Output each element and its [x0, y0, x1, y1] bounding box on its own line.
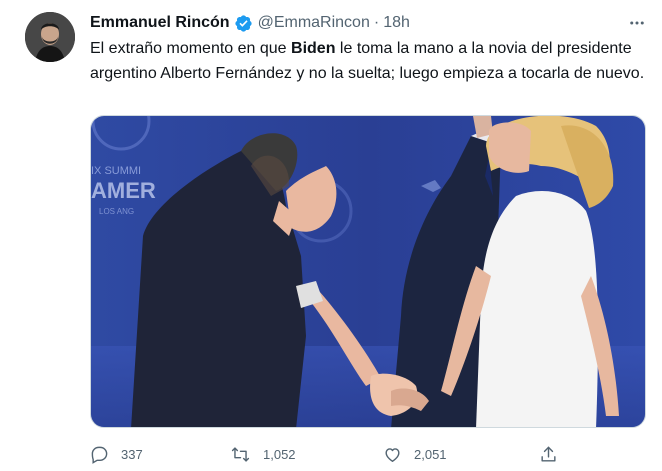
handle[interactable]: @EmmaRincon [258, 14, 370, 32]
tweet-text: El extraño momento en que Biden le toma … [90, 36, 650, 86]
banner-text-3: LOS ANG [99, 207, 134, 216]
share-button[interactable] [539, 441, 558, 467]
display-name[interactable]: Emmanuel Rincón [90, 14, 230, 32]
like-count: 2,051 [414, 446, 447, 462]
share-icon [539, 445, 558, 464]
tweet-header: Emmanuel Rincón @EmmaRincon · 18h [90, 12, 410, 34]
reply-count: 337 [121, 446, 143, 462]
banner-text-2: AMER [91, 178, 156, 203]
tweet-actions: 337 1,052 2,051 [90, 441, 570, 467]
more-icon[interactable] [626, 12, 648, 34]
retweet-count: 1,052 [263, 446, 296, 462]
tweet-text-bold: Biden [291, 40, 336, 57]
reply-button[interactable]: 337 [90, 441, 143, 467]
like-button[interactable]: 2,051 [383, 441, 447, 467]
separator: · [373, 14, 380, 31]
reply-icon [90, 445, 109, 464]
tweet-text-part: El extraño momento en que [90, 40, 292, 57]
timestamp[interactable]: 18h [383, 14, 410, 32]
retweet-button[interactable]: 1,052 [230, 441, 296, 467]
verified-badge-icon [234, 14, 253, 33]
retweet-icon [230, 445, 251, 464]
tweet-media-video[interactable]: IX SUMMI AMER LOS ANG [90, 115, 646, 428]
banner-text-1: IX SUMMI [91, 165, 141, 177]
tweet-card[interactable]: Emmanuel Rincón @EmmaRincon · 18h El ext… [0, 0, 662, 471]
like-icon [383, 445, 402, 464]
avatar[interactable] [25, 12, 75, 62]
